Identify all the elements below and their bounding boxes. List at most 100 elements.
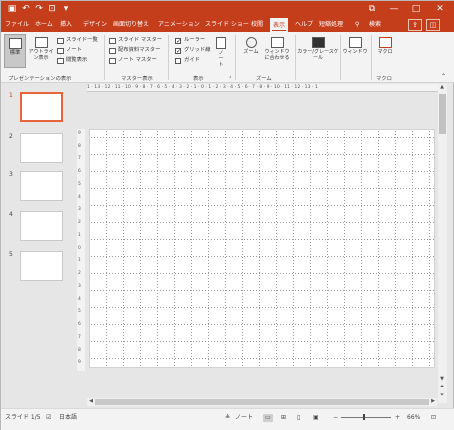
collapse-ribbon-icon[interactable]: ⌃	[441, 73, 446, 80]
slide-sorter-icon	[57, 38, 64, 44]
gridlines-label: グリッド線	[184, 47, 211, 53]
horizontal-scroll-thumb[interactable]	[95, 399, 429, 405]
zoom-level[interactable]: 66%	[407, 414, 420, 422]
zoom-icon	[245, 37, 257, 48]
search-icon[interactable]: ⚲	[355, 18, 359, 32]
maximize-icon[interactable]: □	[405, 1, 427, 18]
macros-button[interactable]: マクロ	[374, 34, 396, 68]
zoom-slider-thumb[interactable]	[363, 414, 365, 420]
tab-review[interactable]: 校閲	[251, 18, 263, 32]
slide-master-button[interactable]: スライド マスター	[118, 37, 162, 44]
slide-thumbnail-3[interactable]	[20, 171, 63, 201]
horizontal-scrollbar[interactable]: ◀ ▶	[87, 398, 437, 406]
tab-file[interactable]: ファイル	[5, 18, 29, 32]
slide-master-icon	[109, 38, 116, 44]
tab-shortcuts[interactable]: 短縮処理	[319, 18, 343, 32]
normal-view-status-icon[interactable]: ▭	[263, 414, 273, 422]
zoom-out-icon[interactable]: −	[333, 414, 338, 422]
notes-page-icon	[57, 48, 64, 54]
notes-page-button[interactable]: ノート	[66, 47, 82, 54]
vertical-ruler-label: 9	[78, 360, 81, 366]
macros-label: マクロ	[377, 49, 393, 55]
notes-button[interactable]: ノート	[212, 34, 230, 68]
fit-to-window-button[interactable]: ウィンドウに合わせる	[263, 34, 291, 70]
next-slide-icon[interactable]: ⏷	[438, 392, 446, 399]
language-indicator[interactable]: 日本語	[59, 414, 77, 422]
fit-to-window-icon	[270, 37, 284, 48]
outline-view-button[interactable]: アウトライン表示	[28, 34, 54, 68]
normal-view-button[interactable]: 標準	[4, 34, 26, 68]
guides-checkbox[interactable]	[175, 58, 181, 64]
minimize-icon[interactable]: —	[383, 1, 405, 18]
vertical-ruler-label: 3	[78, 283, 81, 289]
scroll-left-icon[interactable]: ◀	[87, 398, 95, 405]
gridlines-checkbox[interactable]: ✓	[175, 48, 181, 55]
vertical-ruler-label: 9	[78, 131, 81, 136]
customize-icon[interactable]: ▾	[61, 4, 71, 14]
group-divider	[104, 35, 105, 80]
tab-animations[interactable]: アニメーション	[158, 18, 200, 32]
notes-toggle-icon[interactable]: ≜	[225, 414, 230, 422]
spelling-icon[interactable]: ☑	[46, 414, 51, 422]
slide-thumbnail-2[interactable]	[20, 133, 63, 163]
tab-insert[interactable]: 挿入	[60, 18, 72, 32]
search-label[interactable]: 検索	[369, 18, 381, 32]
notes-button-label: ノート	[218, 50, 224, 68]
scroll-up-icon[interactable]: ▲	[438, 84, 446, 91]
slide-thumbnail-4[interactable]	[20, 211, 63, 241]
comments-icon[interactable]: ◫	[426, 19, 440, 31]
slideshow-status-icon[interactable]: ▣	[313, 414, 319, 422]
group-divider	[235, 35, 236, 80]
reading-view-button[interactable]: 閲覧表示	[66, 57, 87, 64]
color-grayscale-button[interactable]: カラー/グレースケール	[297, 34, 339, 70]
macro-group-label: マクロ	[376, 76, 392, 82]
slide-thumbnail-5[interactable]	[20, 251, 63, 281]
group-divider	[295, 35, 296, 80]
redo-icon[interactable]: ↷	[34, 4, 44, 14]
vertical-ruler-label: 1	[78, 258, 81, 264]
slide-sorter-status-icon[interactable]: ⊞	[281, 414, 286, 422]
normal-view-icon	[8, 38, 22, 49]
fit-to-window-label: ウィンドウに合わせる	[264, 49, 290, 61]
zoom-label: ズーム	[243, 49, 259, 55]
share-icon[interactable]: ⇪	[408, 19, 422, 31]
close-icon[interactable]: ✕	[429, 1, 451, 18]
vertical-ruler-label: 8	[78, 347, 81, 353]
zoom-in-icon[interactable]: +	[395, 414, 400, 422]
handout-master-button[interactable]: 配布資料マスター	[118, 47, 160, 54]
tab-transitions[interactable]: 画面切り替え	[113, 18, 149, 32]
slide-counter: スライド 1/5	[5, 414, 41, 421]
group-divider	[340, 35, 341, 80]
tab-design[interactable]: デザイン	[83, 18, 107, 32]
undo-icon[interactable]: ↶	[21, 4, 31, 14]
zoom-slider[interactable]	[341, 416, 391, 418]
tab-view[interactable]: 表示	[270, 18, 289, 32]
vertical-scrollbar[interactable]: ▲ ▼ ⏶ ⏷	[438, 84, 447, 403]
restore-icon[interactable]: ⧉	[361, 1, 383, 18]
tab-help[interactable]: ヘルプ	[295, 18, 313, 32]
vertical-ruler-label: 2	[78, 271, 81, 277]
slide-sorter-button[interactable]: スライド一覧	[66, 37, 98, 44]
show-dialog-launcher-icon[interactable]: ⌟	[229, 73, 231, 80]
tab-home[interactable]: ホーム	[35, 18, 53, 32]
present-icon[interactable]: ⊡	[47, 4, 57, 14]
ruler-checkbox[interactable]: ✓	[175, 38, 181, 45]
slide-thumbnail-1[interactable]	[20, 92, 63, 122]
scroll-down-icon[interactable]: ▼	[438, 376, 446, 383]
slide-canvas[interactable]	[89, 129, 435, 368]
slide-number: 2	[9, 133, 13, 140]
previous-slide-icon[interactable]: ⏶	[438, 384, 446, 391]
fit-slide-icon[interactable]: ⊡	[431, 414, 436, 422]
vertical-scroll-thumb[interactable]	[439, 94, 446, 134]
powerpoint-window: ▣ ↶ ↷ ⊡ ▾ ⧉ — □ ✕ ファイル ホーム 挿入 デザイン 画面切り替…	[0, 0, 454, 430]
notes-master-button[interactable]: ノート マスター	[118, 57, 157, 64]
vertical-ruler-label: 0	[78, 245, 81, 251]
window-button[interactable]: ウィンドウ	[342, 34, 368, 70]
zoom-button[interactable]: ズーム	[239, 34, 263, 68]
reading-view-status-icon[interactable]: ▯	[297, 414, 300, 422]
tab-slideshow[interactable]: スライド ショー	[205, 18, 249, 32]
zoom-group-label: ズーム	[256, 76, 272, 82]
scroll-right-icon[interactable]: ▶	[429, 398, 437, 405]
notes-toggle[interactable]: ノート	[235, 414, 253, 422]
save-icon[interactable]: ▣	[7, 4, 17, 14]
